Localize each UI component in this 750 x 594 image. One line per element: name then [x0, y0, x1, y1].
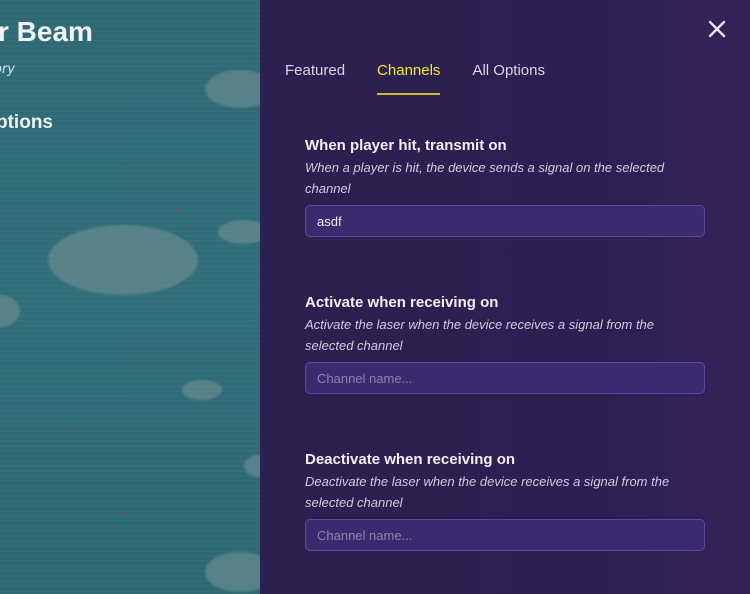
tab-all-options[interactable]: All Options: [472, 62, 545, 95]
section-description: Activate the laser when the device recei…: [305, 317, 655, 353]
star-decoration: [74, 428, 77, 431]
section-title: Activate when receiving on: [305, 294, 499, 311]
options-heading: ptions: [0, 112, 53, 133]
star-decoration: [176, 208, 179, 211]
device-category: ory: [0, 62, 15, 77]
options-panel: Featured Channels All Options When playe…: [260, 0, 750, 594]
cloud-decoration: [244, 455, 260, 477]
cloud-decoration: [205, 70, 260, 108]
section-description: Deactivate the laser when the device rec…: [305, 474, 670, 510]
device-title: r Beam: [0, 16, 93, 47]
transmit-on-hit-section: When player hit, transmit on When a play…: [305, 137, 705, 237]
section-title: Deactivate when receiving on: [305, 451, 516, 468]
activate-channel-input[interactable]: [305, 362, 705, 394]
cloud-decoration: [218, 220, 260, 244]
activate-receiving-section: Activate when receiving on Activate the …: [305, 294, 705, 394]
star-decoration: [120, 512, 123, 515]
section-title: When player hit, transmit on: [305, 137, 507, 154]
tab-channels[interactable]: Channels: [377, 62, 441, 95]
deactivate-receiving-section: Deactivate when receiving on Deactivate …: [305, 451, 705, 551]
cloud-decoration: [0, 295, 20, 327]
tab-featured[interactable]: Featured: [285, 62, 345, 95]
cloud-decoration: [48, 225, 198, 295]
cloud-decoration: [205, 552, 260, 592]
tab-bar: Featured Channels All Options: [285, 62, 545, 95]
close-icon[interactable]: [706, 18, 728, 40]
deactivate-channel-input[interactable]: [305, 519, 705, 551]
cloud-decoration: [182, 380, 222, 400]
star-decoration: [212, 398, 215, 401]
section-description: When a player is hit, the device sends a…: [305, 160, 665, 196]
game-background: r Beam ory ptions: [0, 0, 260, 594]
transmit-channel-input[interactable]: [305, 205, 705, 237]
